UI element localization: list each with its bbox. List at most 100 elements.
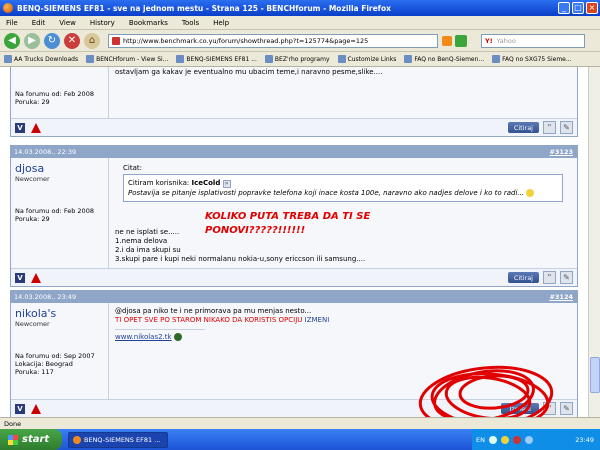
menu-bookmarks[interactable]: Bookmarks xyxy=(129,19,168,27)
quote-label: Citat: xyxy=(123,164,142,172)
menu-view[interactable]: View xyxy=(59,19,76,27)
navigation-toolbar: ◀ ▶ ↻ ✕ ⌂ http://www.benchmark.co.yu/for… xyxy=(0,30,600,52)
menu-bar: File Edit View History Bookmarks Tools H… xyxy=(0,16,600,30)
quote-author[interactable]: IceCold xyxy=(191,179,220,187)
bookmark-item[interactable]: BEZ'rho programy xyxy=(264,55,330,63)
window-titlebar: BENQ-SIEMENS EF81 - sve na jednom mestu … xyxy=(0,0,600,16)
post-header: 14.03.2008., 22:39 #3123 xyxy=(11,146,577,158)
report-post-icon[interactable] xyxy=(31,122,41,133)
red-annotation-text: KOLIKO PUTA TREBA DA TI SE PONOVI?????!!… xyxy=(205,211,371,236)
reputation-icon[interactable]: V xyxy=(15,403,25,414)
bookmark-icon xyxy=(337,55,346,63)
quote-prefix: Citiram korisnika: xyxy=(128,179,190,187)
signature-divider xyxy=(115,329,205,330)
url-input[interactable]: http://www.benchmark.co.yu/forum/showthr… xyxy=(108,33,438,48)
post-username[interactable]: djosa xyxy=(15,162,104,175)
search-input[interactable]: Y! Yahoo xyxy=(481,33,585,48)
bookmark-icon xyxy=(4,55,12,63)
bookmark-item[interactable]: AA Trucks Downloads xyxy=(4,55,78,63)
user-title: Newcomer xyxy=(15,175,50,183)
view-post-icon[interactable]: » xyxy=(222,180,231,188)
smiley-icon xyxy=(526,189,535,197)
quote-button[interactable]: Citiraj xyxy=(507,122,539,133)
menu-history[interactable]: History xyxy=(90,19,115,27)
tray-security-icon[interactable] xyxy=(512,435,521,444)
quote-button[interactable]: Citiraj xyxy=(507,272,539,283)
post-date: 14.03.2008., 22:39 xyxy=(14,148,77,156)
go-arrow-icon[interactable] xyxy=(455,34,467,47)
multi-quote-icon[interactable]: " xyxy=(543,271,556,284)
post-footer: V Citiraj " ✎ xyxy=(11,268,577,286)
post-text-blue: IZMENI xyxy=(304,316,330,324)
user-location: Lokacija: Beograd xyxy=(15,360,73,368)
reputation-icon[interactable]: V xyxy=(15,272,25,283)
system-tray: EN 23:49 xyxy=(472,429,600,450)
home-icon[interactable]: ⌂ xyxy=(84,32,100,49)
user-post-count: Poruka: 29 xyxy=(15,215,50,223)
post-number-link[interactable]: #3123 xyxy=(549,148,573,156)
forward-arrow-icon[interactable]: ▶ xyxy=(24,32,40,49)
yahoo-search-icon: Y! xyxy=(485,36,493,45)
menu-edit[interactable]: Edit xyxy=(32,19,46,27)
back-arrow-icon[interactable]: ◀ xyxy=(4,32,20,49)
reputation-icon[interactable]: V xyxy=(15,122,25,133)
menu-tools[interactable]: Tools xyxy=(182,19,199,27)
quick-reply-icon[interactable]: ✎ xyxy=(560,121,573,134)
multi-quote-icon[interactable]: " xyxy=(543,121,556,134)
post-text: ostavljam ga kakav je eventualno mu ubac… xyxy=(115,68,383,76)
user-title: Newcomer xyxy=(15,320,50,328)
site-favicon-icon xyxy=(112,36,120,45)
bookmark-icon xyxy=(176,55,185,63)
forum-post: Na forumu od: Feb 2008 Poruka: 29 ostavl… xyxy=(10,67,578,137)
url-text: http://www.benchmark.co.yu/forum/showthr… xyxy=(123,36,369,45)
maximize-button[interactable]: □ xyxy=(572,2,584,14)
status-bar: Done xyxy=(0,417,600,429)
firefox-icon xyxy=(3,3,13,13)
bookmark-icon xyxy=(86,55,95,63)
post-header: 14.03.2008., 23:49 #3124 xyxy=(11,291,577,303)
bookmark-item[interactable]: FAQ no BenQ-Siemen... xyxy=(404,55,484,63)
post-username[interactable]: nikola's xyxy=(15,307,104,320)
language-indicator[interactable]: EN xyxy=(476,436,485,444)
menu-help[interactable]: Help xyxy=(213,19,229,27)
window-title: BENQ-SIEMENS EF81 - sve na jednom mestu … xyxy=(17,3,391,13)
post-number-link[interactable]: #3124 xyxy=(549,293,573,301)
search-placeholder: Yahoo xyxy=(496,36,516,45)
minimize-button[interactable]: _ xyxy=(558,2,570,14)
bookmark-icon xyxy=(492,55,501,63)
post-message: Citat: Citiram korisnika: IceCold » Post… xyxy=(109,158,577,268)
tray-volume-icon[interactable] xyxy=(500,435,509,444)
windows-taskbar: start BENQ-SIEMENS EF81 ... EN 23:49 xyxy=(0,429,600,450)
windows-logo-icon xyxy=(8,434,18,445)
close-button[interactable]: × xyxy=(586,2,598,14)
user-post-count: Poruka: 29 xyxy=(15,98,50,106)
tray-app-icon[interactable] xyxy=(524,435,533,444)
forum-post: 14.03.2008., 22:39 #3123 djosa Newcomer … xyxy=(10,145,578,287)
scrollbar-thumb[interactable] xyxy=(590,357,600,393)
bookmark-icon xyxy=(404,55,413,63)
start-button[interactable]: start xyxy=(0,429,62,450)
stop-icon[interactable]: ✕ xyxy=(64,32,80,49)
rss-feed-icon[interactable] xyxy=(442,35,452,46)
signature-link[interactable]: www.nikolas2.tk xyxy=(115,333,172,341)
report-post-icon[interactable] xyxy=(31,403,41,414)
bookmark-item[interactable]: BENQ-SIEMENS EF81 ... xyxy=(176,55,257,63)
user-joined: Na forumu od: Sep 2007 xyxy=(15,352,95,360)
post-footer: V Citiraj " ✎ xyxy=(11,118,577,136)
page-scrollbar[interactable] xyxy=(588,67,600,417)
bookmark-item[interactable]: Customize Links xyxy=(337,55,396,63)
bookmark-item[interactable]: BENCHforum - View Si... xyxy=(86,55,168,63)
reload-icon[interactable]: ↻ xyxy=(44,32,60,49)
quote-block: Citiram korisnika: IceCold » Postavija s… xyxy=(123,174,563,202)
menu-file[interactable]: File xyxy=(6,19,18,27)
post-user-column: djosa Newcomer Na forumu od: Feb 2008 Po… xyxy=(11,158,109,268)
report-post-icon[interactable] xyxy=(31,272,41,283)
bookmark-item[interactable]: FAQ no SXG75 Sieme... xyxy=(492,55,572,63)
taskbar-firefox-window[interactable]: BENQ-SIEMENS EF81 ... xyxy=(68,431,168,448)
tray-network-icon[interactable] xyxy=(488,435,497,444)
quote-text: Postavija se pitanje isplativosti poprav… xyxy=(128,189,525,197)
post-text-red: TI OPET SVE PO STAROM NIKAKO DA KORISTIS… xyxy=(115,316,303,324)
quick-reply-icon[interactable]: ✎ xyxy=(560,271,573,284)
user-joined: Na forumu od: Feb 2008 xyxy=(15,90,94,98)
post-date: 14.03.2008., 23:49 xyxy=(14,293,77,301)
